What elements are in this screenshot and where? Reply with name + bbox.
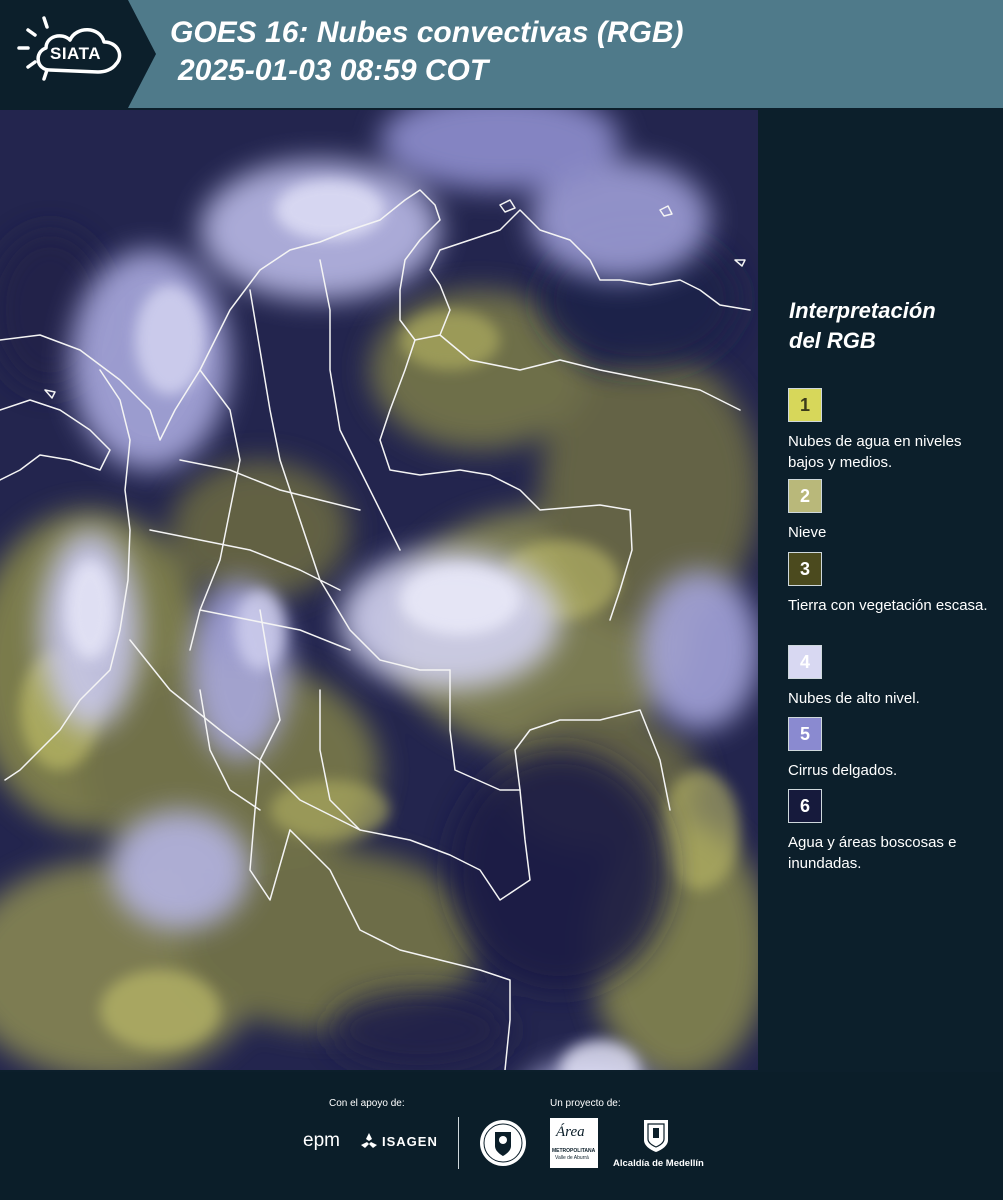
alcaldia-logo: Alcaldía de Medellín [612, 1118, 704, 1170]
isagen-text: ISAGEN [382, 1134, 438, 1149]
support-caption: Con el apoyo de: [329, 1098, 405, 1109]
legend-label: Tierra con vegetación escasa. [788, 597, 988, 614]
legend-swatch: 3 [788, 552, 822, 586]
page-timestamp: 2025-01-03 08:59 COT [178, 54, 489, 87]
legend-swatch: 6 [788, 789, 822, 823]
area-text: Área [556, 1124, 585, 1140]
project-caption: Un proyecto de: [550, 1098, 621, 1109]
legend-item: 6 Agua y áreas boscosas e inundadas. [788, 789, 993, 874]
epm-logo: epm [303, 1130, 340, 1151]
header-bar: SIATA GOES 16: Nubes convectivas (RGB) 2… [0, 0, 1003, 108]
alcaldia-text: Alcaldía de Medellín [613, 1158, 704, 1169]
legend-swatch: 4 [788, 645, 822, 679]
logo-text: SIATA [50, 44, 101, 63]
legend-label: Nubes de agua en niveles bajos y medios. [788, 433, 962, 471]
footer-divider [458, 1117, 459, 1169]
legend-label: Nubes de alto nivel. [788, 690, 920, 707]
legend-item: 5 Cirrus delgados. [788, 717, 993, 781]
siata-logo: SIATA [0, 0, 158, 108]
legend-swatch: 2 [788, 479, 822, 513]
legend-item: 3 Tierra con vegetación escasa. [788, 552, 993, 616]
satellite-image [0, 110, 758, 1070]
isagen-icon [361, 1133, 377, 1148]
legend-swatch: 5 [788, 717, 822, 751]
medellin-seal [478, 1118, 528, 1173]
seal-icon [480, 1120, 526, 1166]
legend-label: Agua y áreas boscosas e inundadas. [788, 834, 957, 872]
legend-item: 2 Nieve [788, 479, 993, 543]
legend-label: Nieve [788, 524, 827, 541]
legend-swatch: 1 [788, 388, 822, 422]
legend-title-line2: del RGB [789, 328, 876, 353]
legend-item: 4 Nubes de alto nivel. [788, 645, 993, 709]
area-metropolitana-logo: Área METROPOLITANA Valle de Aburrá [550, 1118, 598, 1168]
satellite-map[interactable] [0, 110, 758, 1070]
legend-label: Cirrus delgados. [788, 762, 898, 779]
page-title: GOES 16: Nubes convectivas (RGB) [170, 16, 684, 49]
area-subtext2: Valle de Aburrá [555, 1155, 589, 1161]
legend-panel: Interpretación del RGB [772, 296, 997, 370]
alcaldia-shield-icon [644, 1120, 668, 1152]
isagen-logo: ISAGEN [360, 1132, 437, 1155]
area-subtext: METROPOLITANA [552, 1148, 596, 1154]
legend-title: Interpretación del RGB [789, 296, 997, 356]
legend-item: 1 Nubes de agua en niveles bajos y medios… [788, 388, 993, 473]
legend-title-line1: Interpretación [789, 298, 936, 323]
footer: Con el apoyo de: Un proyecto de: epm ISA… [0, 1072, 1003, 1200]
